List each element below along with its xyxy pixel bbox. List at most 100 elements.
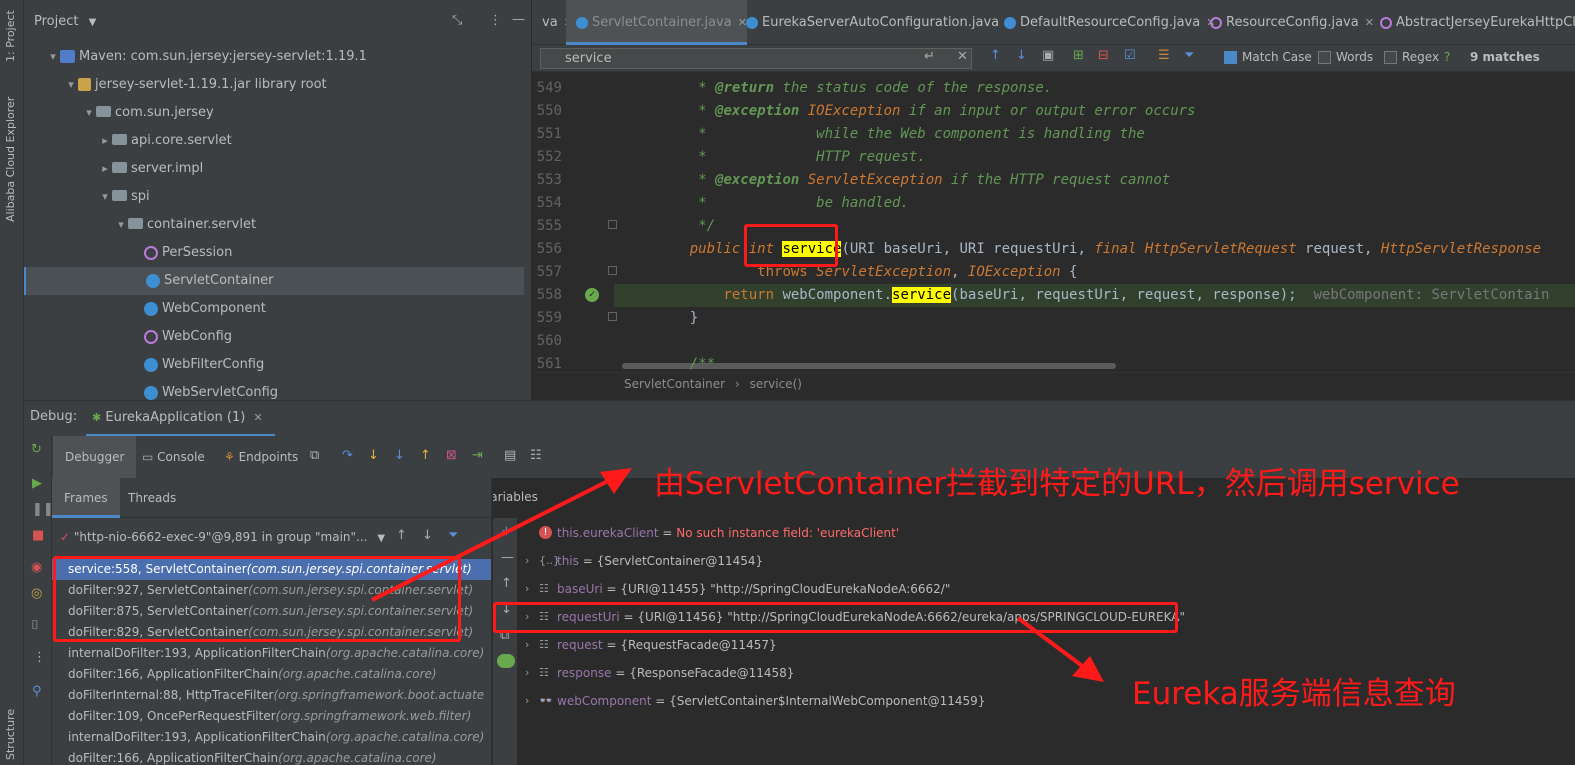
tab-frames[interactable]: Frames [52, 478, 120, 518]
code-line[interactable]: 554 * be handled. [532, 192, 1575, 215]
tree-item[interactable]: ▾ spi [24, 183, 524, 211]
stack-frame[interactable]: doFilter:166, ApplicationFilterChain(org… [52, 748, 491, 765]
more-icon[interactable]: ⋮ [489, 13, 502, 28]
arrow-down-icon[interactable]: ↓ [422, 528, 433, 543]
project-view-selector[interactable]: Project ▼ [34, 14, 96, 29]
chevron-down-icon[interactable]: ▾ [98, 183, 112, 211]
tab-console[interactable]: ▭ Console [142, 436, 205, 478]
stack-frame[interactable]: internalDoFilter:193, ApplicationFilterC… [52, 643, 491, 664]
editor-tab[interactable]: EurekaServerAutoConfiguration.java✕ [736, 0, 1014, 45]
step-out-icon[interactable]: ↑ [420, 448, 431, 463]
variable-row[interactable]: ! this.eurekaClient = No such instance fi… [493, 519, 1575, 547]
variable-row[interactable]: › ☷ baseUri = {URI@11455} "http://SpringCl… [493, 575, 1575, 603]
trace-icon[interactable]: ☷ [530, 448, 542, 463]
resume-icon[interactable]: ▶ [32, 476, 42, 491]
more-icon[interactable]: ⋮ [33, 650, 46, 665]
chevron-down-icon[interactable]: ▾ [46, 43, 60, 71]
force-step-into-icon[interactable]: ↓ [394, 448, 405, 463]
tree-item[interactable]: ▾ Maven: com.sun.jersey:jersey-servlet:1.… [24, 43, 524, 71]
project-tool-button[interactable]: 1: Project [4, 10, 17, 62]
filter-icon[interactable]: ⏷ [1184, 48, 1194, 63]
breadcrumb-class[interactable]: ServletContainer [624, 377, 725, 391]
structure-tool-button[interactable]: Structure [4, 709, 17, 760]
regex-help-icon[interactable]: ? [1444, 50, 1450, 64]
tree-item[interactable]: WebServletConfig [24, 379, 524, 400]
remove-occurrence-icon[interactable]: ⊟ [1098, 48, 1109, 63]
code-line[interactable]: 556 public int service(URI baseUri, URI … [532, 238, 1575, 261]
evaluate-expression-icon[interactable]: ▤ [504, 448, 516, 463]
stop-icon[interactable]: ■ [32, 528, 44, 543]
chevron-down-icon[interactable]: ▾ [64, 71, 78, 99]
tree-item[interactable]: WebFilterConfig [24, 351, 524, 379]
debug-session-tab[interactable]: ✱ EurekaApplication (1) ✕ [86, 401, 275, 437]
newline-icon[interactable]: ↵ [924, 49, 935, 64]
code-line[interactable]: 551 * while the Web component is handlin… [532, 123, 1575, 146]
code-line[interactable]: 557 throws ServletException, IOException… [532, 261, 1575, 284]
drop-frame-icon[interactable]: ⊠ [446, 448, 457, 463]
camera-icon[interactable]: ⌷ [31, 618, 39, 633]
code-line[interactable]: 552 * HTTP request. [532, 146, 1575, 169]
tab-debugger[interactable]: Debugger [53, 436, 137, 478]
code-line[interactable]: 560 [532, 330, 1575, 353]
run-to-cursor-icon[interactable]: ⇥ [472, 448, 483, 463]
tree-item[interactable]: ServletContainer [24, 267, 524, 295]
tab-threads[interactable]: Threads [116, 478, 188, 518]
code-line[interactable]: 550 * @exception IOException if an input… [532, 100, 1575, 123]
tree-item[interactable]: ▾ jersey-servlet-1.19.1.jar library root [24, 71, 524, 99]
editor-tab[interactable]: ResourceConfig.java ✕ [1200, 0, 1374, 45]
editor-tab[interactable]: ServletContainer.java ✕ [566, 0, 747, 45]
variable-row[interactable]: › ☷ request = {RequestFacade@11457} [493, 631, 1575, 659]
chevron-right-icon[interactable]: ▸ [98, 127, 112, 155]
code-line[interactable]: 559 } [532, 307, 1575, 330]
view-breakpoints-icon[interactable]: ◉ [31, 560, 42, 575]
regex-checkbox[interactable]: Regex [1384, 50, 1439, 64]
stack-frame[interactable]: doFilter:109, OncePerRequestFilter(org.s… [52, 706, 491, 727]
stack-frame[interactable]: doFilter:166, ApplicationFilterChain(org… [52, 664, 491, 685]
chevron-right-icon[interactable]: › [525, 687, 529, 715]
tree-item[interactable]: WebConfig [24, 323, 524, 351]
stack-frame[interactable]: internalDoFilter:193, ApplicationFilterC… [52, 727, 491, 748]
close-icon[interactable]: ✕ [253, 411, 262, 424]
step-into-icon[interactable]: ↓ [368, 448, 379, 463]
words-checkbox[interactable]: Words [1318, 50, 1373, 64]
tree-item[interactable]: ▸ server.impl [24, 155, 524, 183]
chevron-right-icon[interactable]: › [525, 547, 529, 575]
breadcrumb-method[interactable]: service() [750, 377, 802, 391]
tree-item[interactable]: ▾ container.servlet [24, 211, 524, 239]
code-line[interactable]: 553 * @exception ServletException if the… [532, 169, 1575, 192]
chevron-right-icon[interactable]: › [525, 575, 529, 603]
cloud-explorer-tool-button[interactable]: Alibaba Cloud Explorer [4, 97, 17, 222]
stack-frame[interactable]: doFilterInternal:88, HttpTraceFilter(org… [52, 685, 491, 706]
filter-results-icon[interactable]: ☰ [1158, 48, 1170, 63]
thread-selector[interactable]: ✓ "http-nio-6662-exec-9"@9,891 in group … [60, 526, 385, 548]
rerun-icon[interactable]: ↻ [31, 442, 42, 457]
minimize-icon[interactable]: — [512, 12, 525, 27]
select-all-occurrences-icon[interactable]: ▣ [1042, 48, 1054, 63]
match-case-checkbox[interactable]: Match Case [1224, 50, 1312, 64]
tree-item[interactable]: ▾ com.sun.jersey [24, 99, 524, 127]
variable-row[interactable]: › {..} this = {ServletContainer@11454} [493, 547, 1575, 575]
step-over-icon[interactable]: ↷ [342, 448, 353, 463]
pin-icon[interactable]: ⚲ [32, 684, 42, 699]
search-input[interactable] [540, 48, 972, 69]
code-line[interactable]: 549 * @return the status code of the res… [532, 77, 1575, 100]
code-line[interactable]: ✓ 558 return webComponent.service(baseUri… [532, 284, 1575, 307]
code-line[interactable]: 561 /** [532, 353, 1575, 372]
chevron-down-icon[interactable]: ▾ [114, 211, 128, 239]
collapse-icon[interactable]: ⤡ [452, 13, 462, 28]
chevron-right-icon[interactable]: › [525, 631, 529, 659]
add-occurrence-icon[interactable]: ⊞ [1073, 48, 1084, 63]
previous-occurrence-icon[interactable]: ↑ [990, 48, 1001, 63]
editor-tab[interactable]: DefaultResourceConfig.java ✕ [994, 0, 1215, 45]
clear-search-icon[interactable]: ✕ [957, 49, 968, 64]
restore-layout-icon[interactable]: ⧉ [310, 448, 319, 463]
filter-icon[interactable]: ⏷ [448, 528, 458, 543]
mute-breakpoints-icon[interactable]: ◎ [31, 586, 42, 601]
tab-endpoints[interactable]: ⚘ Endpoints [224, 436, 298, 478]
chevron-right-icon[interactable]: ▸ [98, 155, 112, 183]
next-occurrence-icon[interactable]: ↓ [1016, 48, 1027, 63]
chevron-down-icon[interactable]: ▾ [82, 99, 96, 127]
editor-tab[interactable]: AbstractJerseyEurekaHttpClier [1370, 0, 1575, 45]
breakpoint-icon[interactable]: ✓ [585, 288, 599, 302]
tree-item[interactable]: ▸ api.core.servlet [24, 127, 524, 155]
